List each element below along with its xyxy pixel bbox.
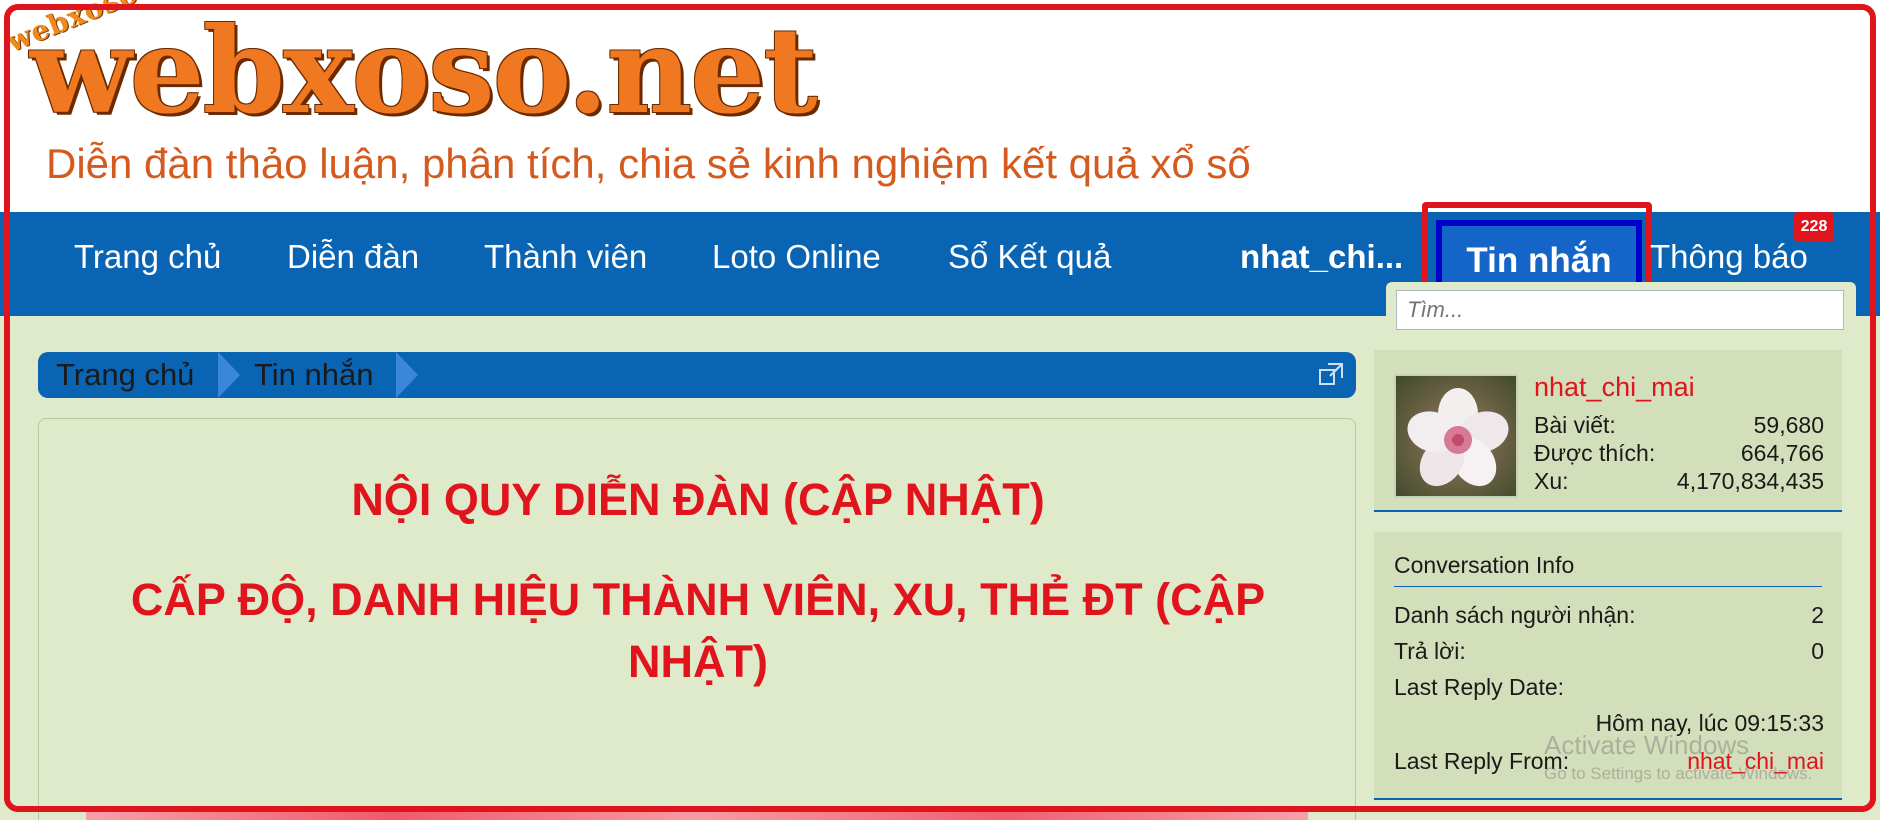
recipients-value: 2: [1811, 602, 1824, 628]
search-bar: [1386, 282, 1856, 334]
expand-icon[interactable]: [1318, 362, 1344, 388]
profile-username[interactable]: nhat_chi_mai: [1534, 372, 1695, 403]
breadcrumb: Trang chủ Tin nhắn: [38, 352, 1356, 398]
site-logo[interactable]: webxoso.net: [30, 6, 818, 136]
site-tagline: Diễn đàn thảo luận, phân tích, chia sẻ k…: [46, 140, 1251, 187]
nav-members[interactable]: Thành viên: [484, 232, 647, 282]
member-levels-link-continued[interactable]: NHẬT): [39, 631, 1357, 693]
main-content-box: NỘI QUY DIỄN ĐÀN (CẬP NHẬT) CẤP ĐỘ, DANH…: [38, 418, 1356, 820]
stat-coins-label: Xu:: [1534, 468, 1569, 494]
last-reply-from-label: Last Reply From:: [1394, 748, 1570, 774]
user-profile-panel: nhat_chi_mai Bài viết: 59,680 Được thích…: [1374, 350, 1842, 512]
stat-coins-value: 4,170,834,435: [1676, 468, 1824, 494]
nav-results-book[interactable]: Sổ Kết quả: [948, 232, 1111, 282]
avatar[interactable]: [1394, 374, 1518, 498]
nav-notifications[interactable]: Thông báo: [1650, 232, 1808, 282]
activate-windows-title: Activate Windows: [1544, 730, 1750, 760]
replies-label: Trả lời:: [1394, 638, 1466, 664]
stat-likes-value: 664,766: [1740, 440, 1824, 466]
breadcrumb-arrow-icon: [396, 352, 418, 398]
conversation-info-title: Conversation Info: [1394, 552, 1575, 578]
conversation-divider: [1394, 586, 1822, 587]
notification-count-badge: 228: [1794, 212, 1834, 242]
nav-loto-online[interactable]: Loto Online: [712, 232, 881, 282]
breadcrumb-home[interactable]: Trang chủ: [56, 352, 194, 398]
breadcrumb-arrow-icon: [218, 352, 240, 398]
avatar-flower-image: [1396, 376, 1516, 496]
member-levels-link[interactable]: CẤP ĐỘ, DANH HIỆU THÀNH VIÊN, XU, THẺ ĐT…: [39, 569, 1357, 631]
recipients-label: Danh sách người nhận:: [1394, 602, 1636, 628]
nav-home[interactable]: Trang chủ: [74, 232, 221, 282]
search-input[interactable]: [1396, 290, 1844, 330]
stat-posts-value: 59,680: [1753, 412, 1824, 438]
nav-user-account[interactable]: nhat_chi...: [1240, 232, 1403, 282]
replies-value: 0: [1811, 638, 1824, 664]
nav-forum[interactable]: Diễn đàn: [287, 232, 419, 282]
breadcrumb-messages[interactable]: Tin nhắn: [254, 352, 374, 398]
site-header: webxoso.net webxoso.net Diễn đàn thảo lu…: [0, 0, 1880, 212]
banner-image-edge: [86, 808, 1308, 820]
last-reply-date-label: Last Reply Date:: [1394, 674, 1565, 700]
activate-windows-subtitle: Go to Settings to activate Windows.: [1544, 764, 1813, 783]
stat-posts-label: Bài viết:: [1534, 412, 1616, 438]
stat-likes-label: Được thích:: [1534, 440, 1656, 466]
forum-rules-link[interactable]: NỘI QUY DIỄN ĐÀN (CẬP NHẬT): [39, 469, 1357, 531]
